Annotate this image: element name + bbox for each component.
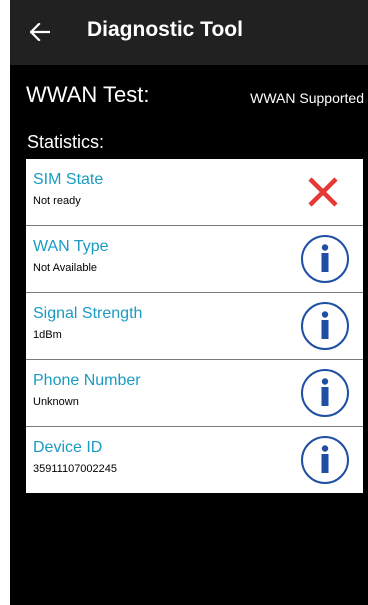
stat-name: Device ID [33,439,103,456]
statistics-label: Statistics: [27,132,105,152]
stat-value: Not Available [33,262,98,274]
stat-item-signal-strength[interactable]: Signal Strength 1dBm [26,293,363,360]
screen: Diagnostic Tool WWAN Test: WWAN Supporte… [0,0,368,605]
app-bar: Diagnostic Tool [10,0,368,65]
statistics-list: SIM State Not ready WAN Type Not Availab… [26,159,363,493]
app-title: Diagnostic Tool [87,18,243,41]
stat-item-wan-type[interactable]: WAN Type Not Available [26,226,363,293]
stat-value: 1dBm [33,329,62,341]
stat-name: SIM State [33,171,104,188]
stat-item-sim-state[interactable]: SIM State Not ready [26,159,363,226]
stat-item-phone-number[interactable]: Phone Number Unknown [26,360,363,427]
test-title: WWAN Test: [26,82,150,107]
info-icon[interactable] [300,368,350,418]
stat-name: Signal Strength [33,305,143,322]
app-window: Diagnostic Tool WWAN Test: WWAN Supporte… [10,0,368,605]
info-icon[interactable] [300,301,350,351]
stat-value: Unknown [33,396,79,408]
stat-item-device-id[interactable]: Device ID 35911107002245 [26,427,363,493]
back-button[interactable] [22,14,58,50]
close-icon [300,167,350,217]
arrow-left-icon [30,23,50,41]
info-icon[interactable] [300,234,350,284]
stat-value: Not ready [33,195,81,207]
stat-value: 35911107002245 [33,463,118,475]
info-icon[interactable] [300,435,350,485]
test-status: WWAN Supported [250,90,364,106]
stat-name: Phone Number [33,372,141,389]
stat-name: WAN Type [33,238,109,255]
